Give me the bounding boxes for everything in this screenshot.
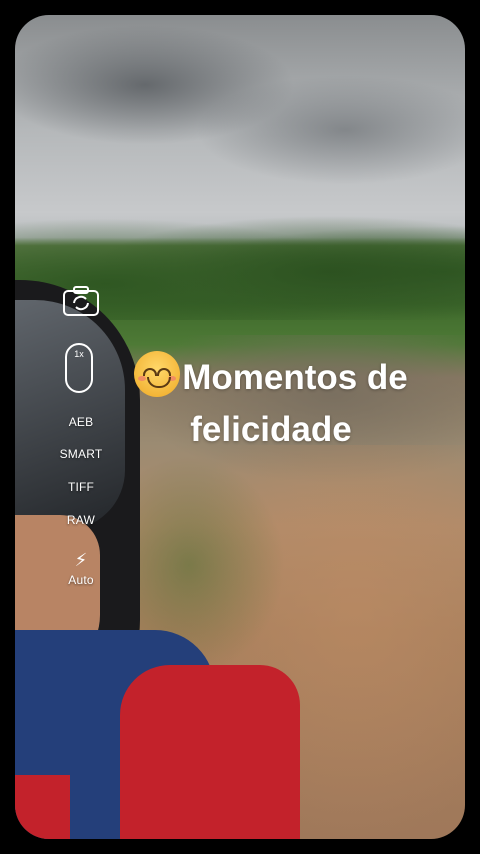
- flash-mode-label[interactable]: Auto: [45, 573, 117, 587]
- smiling-face-emoji: [134, 351, 181, 397]
- camera-switch-icon[interactable]: [45, 285, 117, 317]
- shirt: [15, 775, 70, 839]
- shirt: [120, 665, 300, 839]
- caption-text: Momentos de felicidade: [182, 358, 408, 449]
- flash-icon: ⚡︎: [74, 550, 88, 570]
- mode-raw[interactable]: RAW: [45, 513, 117, 527]
- caption-overlay: Momentos de felicidade: [81, 351, 461, 456]
- camera-viewfinder[interactable]: 1x AEB SMART TIFF RAW ⚡︎ Auto Momentos d…: [15, 15, 465, 839]
- flash-button[interactable]: ⚡︎: [45, 551, 117, 571]
- mode-tiff[interactable]: TIFF: [45, 480, 117, 494]
- sky: [195, 75, 465, 185]
